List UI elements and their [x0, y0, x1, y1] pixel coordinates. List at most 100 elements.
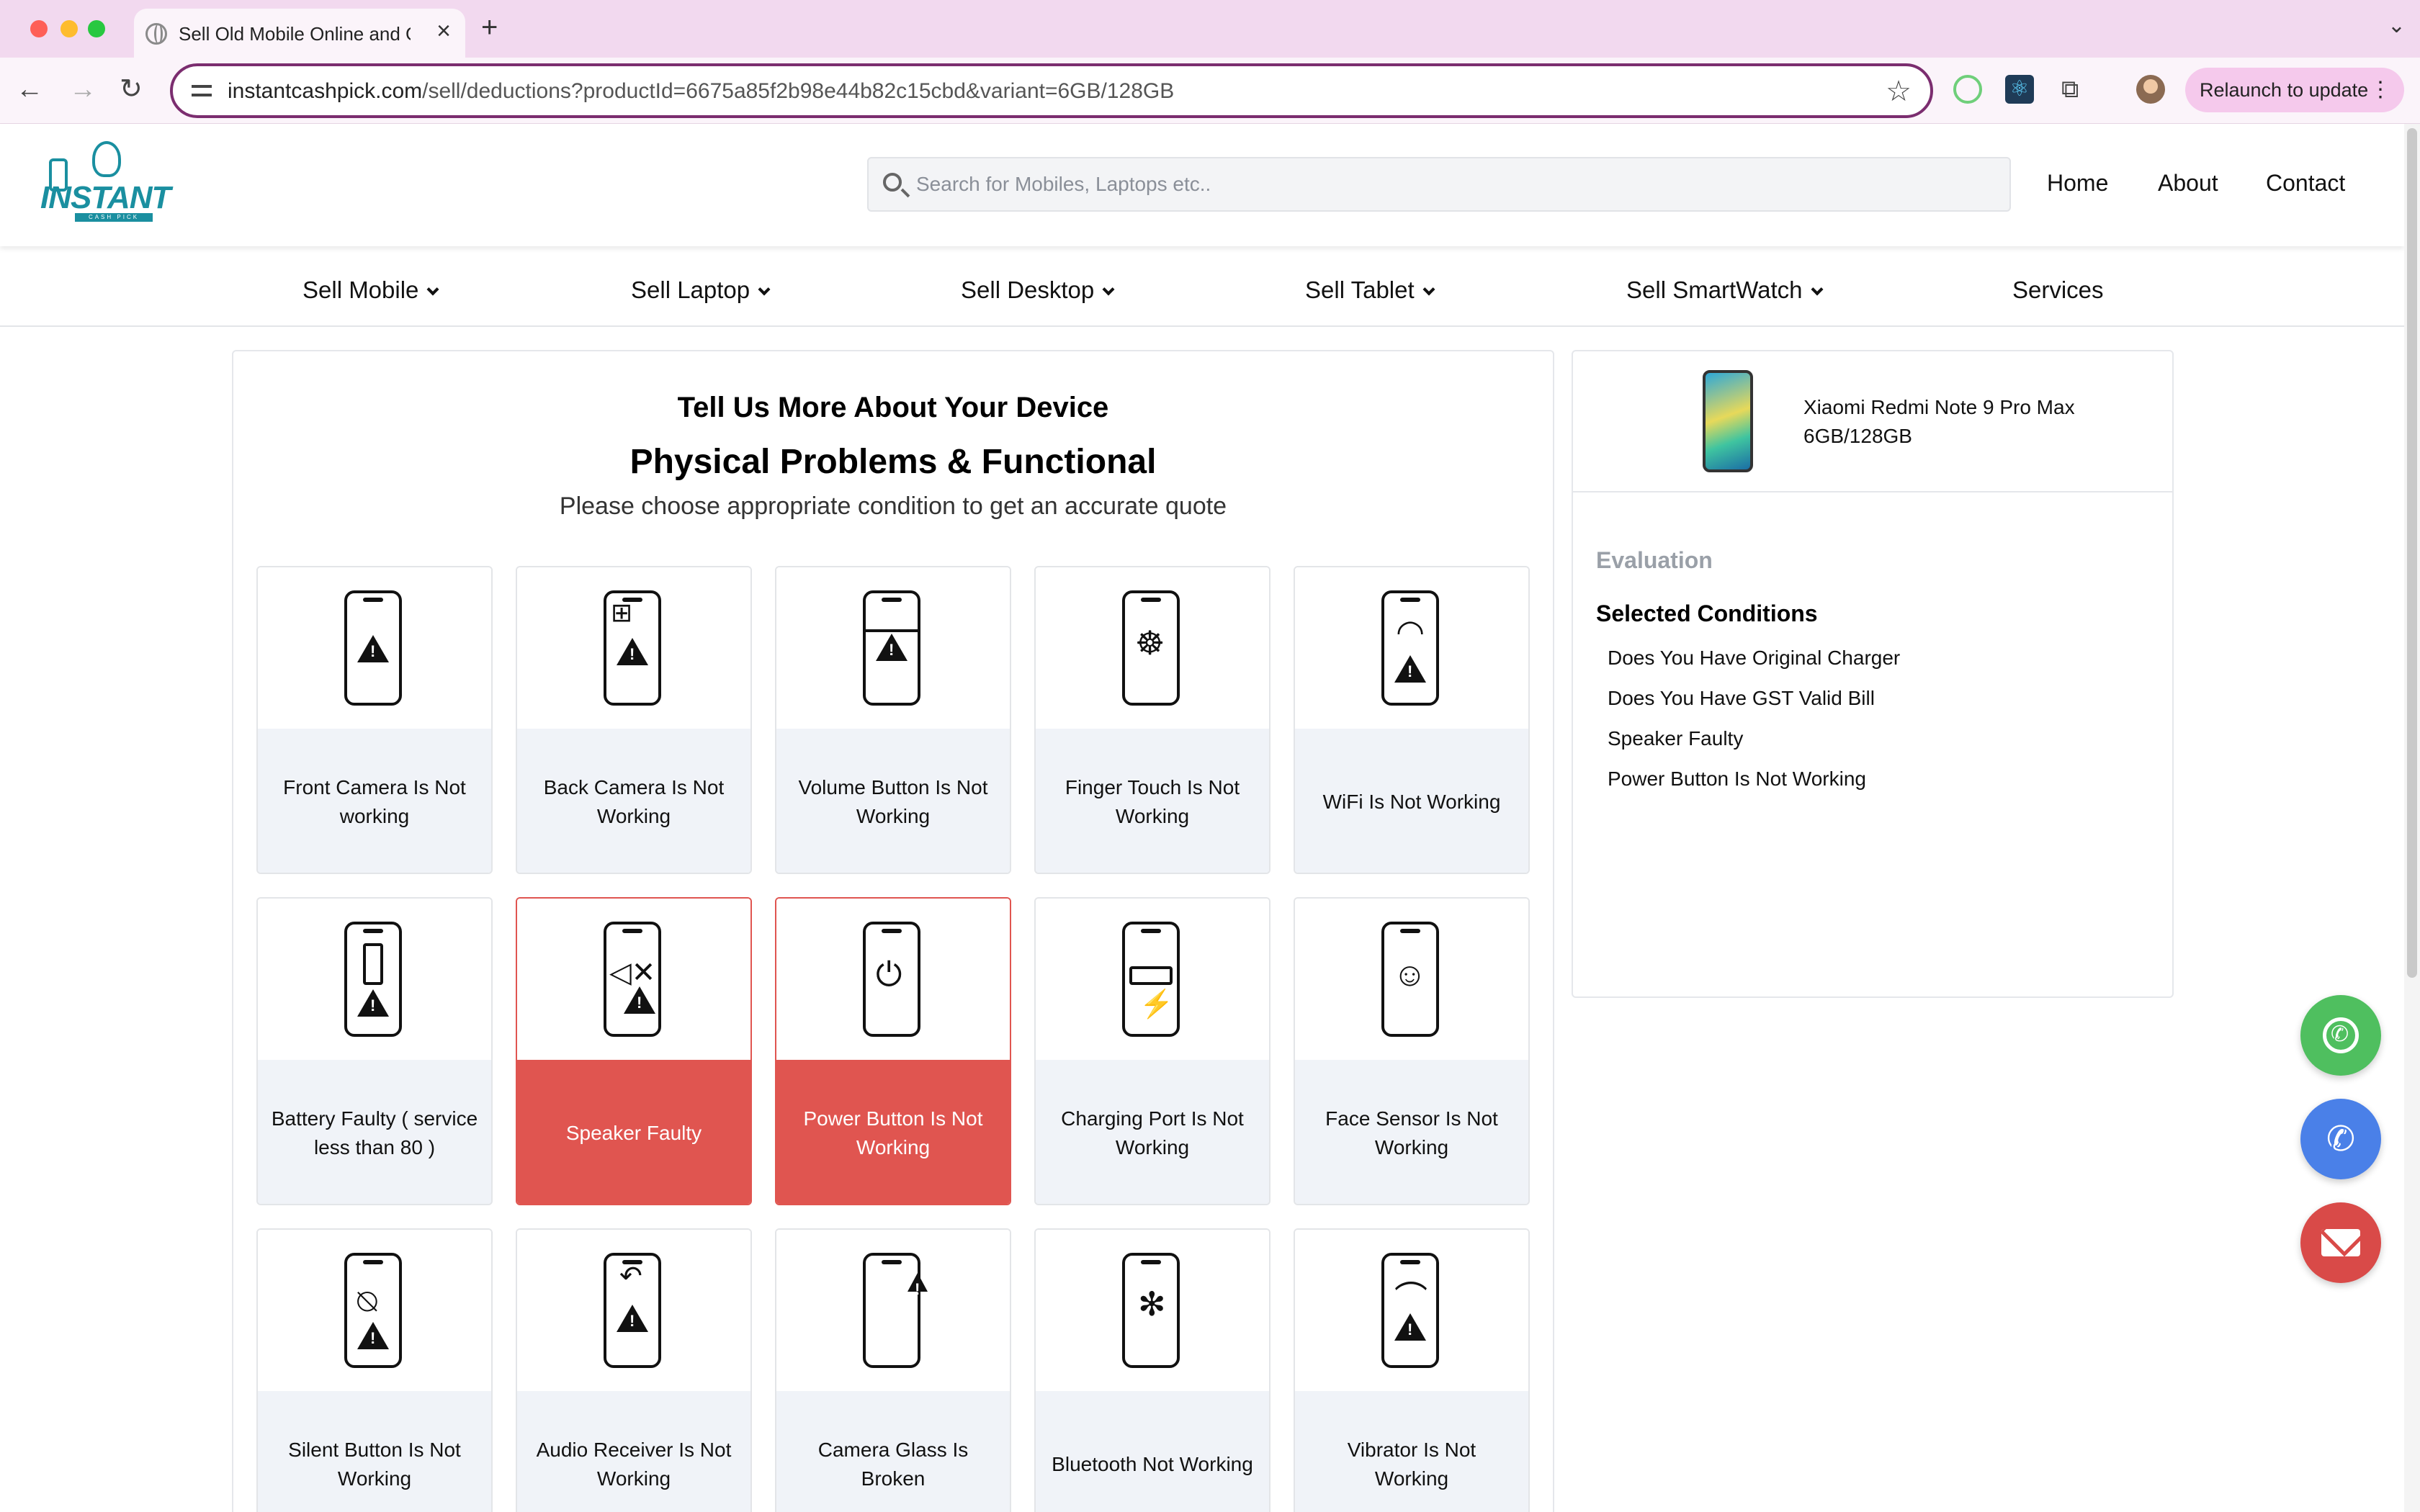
conditions-panel: Tell Us More About Your Device Physical …: [232, 350, 1554, 1512]
catnav-sell-mobile[interactable]: Sell Mobile: [302, 276, 439, 304]
condition-card-vibrator[interactable]: ⌒ Vibrator Is Not Working: [1294, 1228, 1530, 1512]
mail-icon: [2321, 1229, 2360, 1256]
charging-port-warning-icon: ⚡: [1122, 922, 1180, 1037]
card-image: ☺: [1295, 899, 1528, 1060]
card-label: Power Button Is Not Working: [776, 1060, 1010, 1204]
card-image: ◠: [1295, 567, 1528, 729]
panel-subheading: Physical Problems & Functional: [629, 443, 1157, 481]
minimize-window-icon[interactable]: [60, 20, 78, 37]
chevron-down-icon: [1811, 283, 1824, 296]
globe-icon: [145, 23, 167, 45]
catnav-sell-desktop[interactable]: Sell Desktop: [961, 276, 1115, 304]
logo-sub: CASH PICK: [75, 213, 153, 222]
condition-card-silent-button[interactable]: ⍉ Silent Button Is Not Working: [256, 1228, 493, 1512]
list-item: Does You Have GST Valid Bill: [1608, 687, 1875, 709]
site-settings-icon[interactable]: [192, 81, 212, 101]
search-box[interactable]: [867, 157, 2011, 212]
silent-bell-warning-icon: ⍉: [344, 1253, 402, 1368]
phone-icon: ✆: [2326, 1120, 2356, 1158]
address-bar[interactable]: instantcashpick.com/sell/deductions?prod…: [170, 63, 1933, 118]
catnav-sell-laptop[interactable]: Sell Laptop: [631, 276, 771, 304]
browser-tab[interactable]: Sell Old Mobile Online and Get Instant C…: [134, 9, 465, 58]
volume-button-warning-icon: [863, 590, 920, 706]
card-label: Finger Touch Is Not Working: [1036, 729, 1269, 873]
product-row: Xiaomi Redmi Note 9 Pro Max 6GB/128GB: [1573, 351, 2172, 492]
search-input[interactable]: [916, 158, 1996, 210]
tab-title: Sell Old Mobile Online and Get Instant C…: [179, 23, 411, 45]
reload-icon[interactable]: ↻: [120, 73, 143, 105]
camera-glass-warning-icon: [863, 1253, 928, 1368]
card-image: ◁✕: [517, 899, 750, 1060]
extension-icon[interactable]: [1953, 75, 1982, 104]
condition-card-finger-touch[interactable]: ☸ Finger Touch Is Not Working: [1034, 566, 1270, 874]
forward-arrow-icon[interactable]: →: [69, 73, 97, 105]
category-nav: Sell Mobile Sell Laptop Sell Desktop Sel…: [0, 253, 2404, 327]
panel-description: Please choose appropriate condition to g…: [559, 492, 1227, 520]
catnav-sell-tablet[interactable]: Sell Tablet: [1305, 276, 1435, 304]
list-item: Power Button Is Not Working: [1608, 768, 1866, 790]
condition-card-audio-receiver[interactable]: ↶ Audio Receiver Is Not Working: [516, 1228, 752, 1512]
nav-link-home[interactable]: Home: [2047, 170, 2108, 197]
speaker-mute-warning-icon: ◁✕: [604, 922, 661, 1037]
condition-card-power-button[interactable]: ⏻ Power Button Is Not Working: [775, 897, 1011, 1205]
card-image: ☸: [1036, 567, 1269, 729]
product-name: Xiaomi Redmi Note 9 Pro Max 6GB/128GB: [1803, 396, 2075, 447]
close-tab-icon[interactable]: ×: [436, 19, 451, 43]
logo-emblem: [92, 141, 121, 177]
card-image: ⊞: [517, 567, 750, 729]
condition-card-volume-button[interactable]: Volume Button Is Not Working: [775, 566, 1011, 874]
extensions-puzzle-icon[interactable]: ⧉: [2061, 75, 2090, 104]
chevron-down-icon: [758, 283, 771, 296]
condition-card-wifi[interactable]: ◠ WiFi Is Not Working: [1294, 566, 1530, 874]
chevron-down-icon[interactable]: ⌄: [2388, 13, 2406, 38]
react-devtools-icon[interactable]: ⚛: [2005, 75, 2034, 104]
relaunch-button[interactable]: Relaunch to update ⋮: [2185, 68, 2404, 112]
wifi-warning-icon: ◠: [1381, 590, 1439, 706]
catnav-sell-smartwatch[interactable]: Sell SmartWatch: [1626, 276, 1824, 304]
card-image: ⍉: [258, 1230, 491, 1391]
list-item: Speaker Faulty: [1608, 727, 1744, 750]
instant-cash-pick-logo[interactable]: INSTANT CASH PICK: [37, 141, 171, 222]
card-image: ⚡: [1036, 899, 1269, 1060]
card-label: Audio Receiver Is Not Working: [517, 1391, 750, 1512]
card-image: ⏻: [776, 899, 1010, 1060]
condition-card-charging-port[interactable]: ⚡ Charging Port Is Not Working: [1034, 897, 1270, 1205]
condition-card-camera-glass[interactable]: Camera Glass Is Broken: [775, 1228, 1011, 1512]
browser-toolbar: ← → ↻ instantcashpick.com/sell/deduction…: [0, 58, 2420, 124]
condition-card-speaker[interactable]: ◁✕ Speaker Faulty: [516, 897, 752, 1205]
bookmark-star-icon[interactable]: ☆: [1886, 75, 1912, 108]
maximize-window-icon[interactable]: [88, 20, 105, 37]
condition-card-battery[interactable]: Battery Faulty ( service less than 80 ): [256, 897, 493, 1205]
product-thumbnail: [1703, 370, 1753, 472]
call-button[interactable]: ✆: [2300, 1099, 2381, 1179]
more-menu-icon[interactable]: ⋮: [2370, 68, 2391, 112]
catnav-services[interactable]: Services: [2012, 276, 2104, 304]
condition-card-back-camera[interactable]: ⊞ Back Camera Is Not Working: [516, 566, 752, 874]
back-arrow-icon[interactable]: ←: [16, 73, 43, 105]
new-tab-icon[interactable]: +: [481, 12, 498, 44]
scrollbar-thumb[interactable]: [2407, 128, 2417, 978]
whatsapp-button[interactable]: [2300, 995, 2381, 1076]
list-item: Does You Have Original Charger: [1608, 647, 1901, 669]
relaunch-label: Relaunch to update: [2200, 79, 2369, 101]
close-window-icon[interactable]: [30, 20, 48, 37]
card-image: [258, 567, 491, 729]
condition-card-front-camera[interactable]: Front Camera Is Not working: [256, 566, 493, 874]
card-label: Charging Port Is Not Working: [1036, 1060, 1269, 1204]
profile-avatar[interactable]: [2136, 75, 2165, 104]
url-text: instantcashpick.com/sell/deductions?prod…: [228, 79, 1174, 104]
condition-card-bluetooth[interactable]: ✻ Bluetooth Not Working: [1034, 1228, 1270, 1512]
catnav-label: Sell Laptop: [631, 276, 750, 303]
condition-card-face-sensor[interactable]: ☺ Face Sensor Is Not Working: [1294, 897, 1530, 1205]
front-camera-warning-icon: [344, 590, 402, 706]
power-warning-icon: ⏻: [863, 922, 920, 1037]
card-image: [776, 1230, 1010, 1391]
nav-link-about[interactable]: About: [2158, 170, 2218, 197]
page-scrollbar[interactable]: [2404, 124, 2420, 1512]
email-button[interactable]: [2300, 1202, 2381, 1283]
card-label: Bluetooth Not Working: [1036, 1391, 1269, 1512]
nav-link-contact[interactable]: Contact: [2266, 170, 2345, 197]
card-label: Volume Button Is Not Working: [776, 729, 1010, 873]
catnav-label: Services: [2012, 276, 2104, 303]
panel-heading: Tell Us More About Your Device: [677, 392, 1109, 423]
